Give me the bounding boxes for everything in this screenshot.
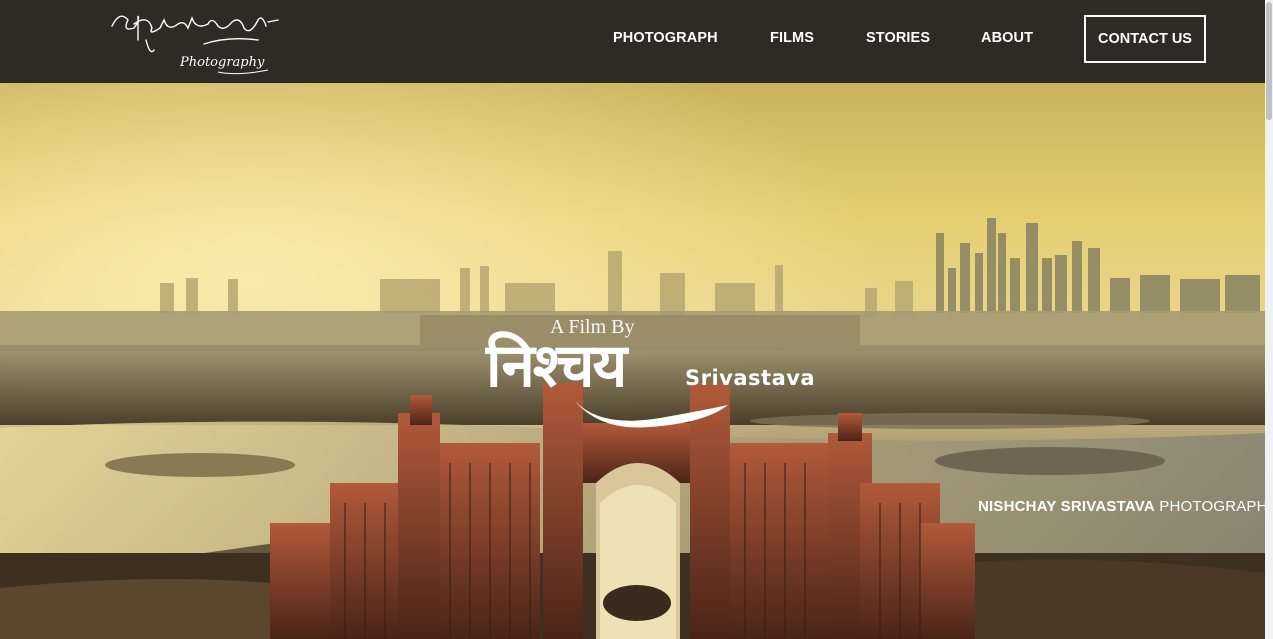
hero-surname: Srivastava	[685, 366, 816, 390]
site-logo[interactable]: Photography	[108, 6, 284, 80]
top-navbar: Photography PHOTOGRAPH FILMS STORIES ABO…	[0, 0, 1265, 83]
logo-tagline: Photography	[179, 55, 265, 70]
watermark-suffix: PHOTOGRAPHY	[1159, 498, 1265, 515]
page-scrollbar[interactable]	[1265, 0, 1273, 639]
hero-banner: A Film By निश्चय Srivastava NISHCHAY SRI…	[0, 83, 1265, 639]
contact-us-button[interactable]: CONTACT US	[1084, 15, 1206, 63]
nav-item-films[interactable]: FILMS	[770, 30, 814, 46]
hero-name-devanagari: निश्चय	[486, 331, 627, 401]
signature-logo-icon: Photography	[111, 15, 279, 75]
nav-item-stories[interactable]: STORIES	[866, 30, 930, 46]
nav-item-photograph[interactable]: PHOTOGRAPH	[613, 30, 718, 46]
watermark-name: NISHCHAY SRIVASTAVA	[978, 498, 1155, 515]
hero-watermark: NISHCHAY SRIVASTAVA PHOTOGRAPHY	[978, 498, 1265, 515]
nav-item-about[interactable]: ABOUT	[981, 30, 1033, 46]
hero-background-image	[0, 83, 1265, 639]
scrollbar-thumb[interactable]	[1266, 2, 1272, 120]
